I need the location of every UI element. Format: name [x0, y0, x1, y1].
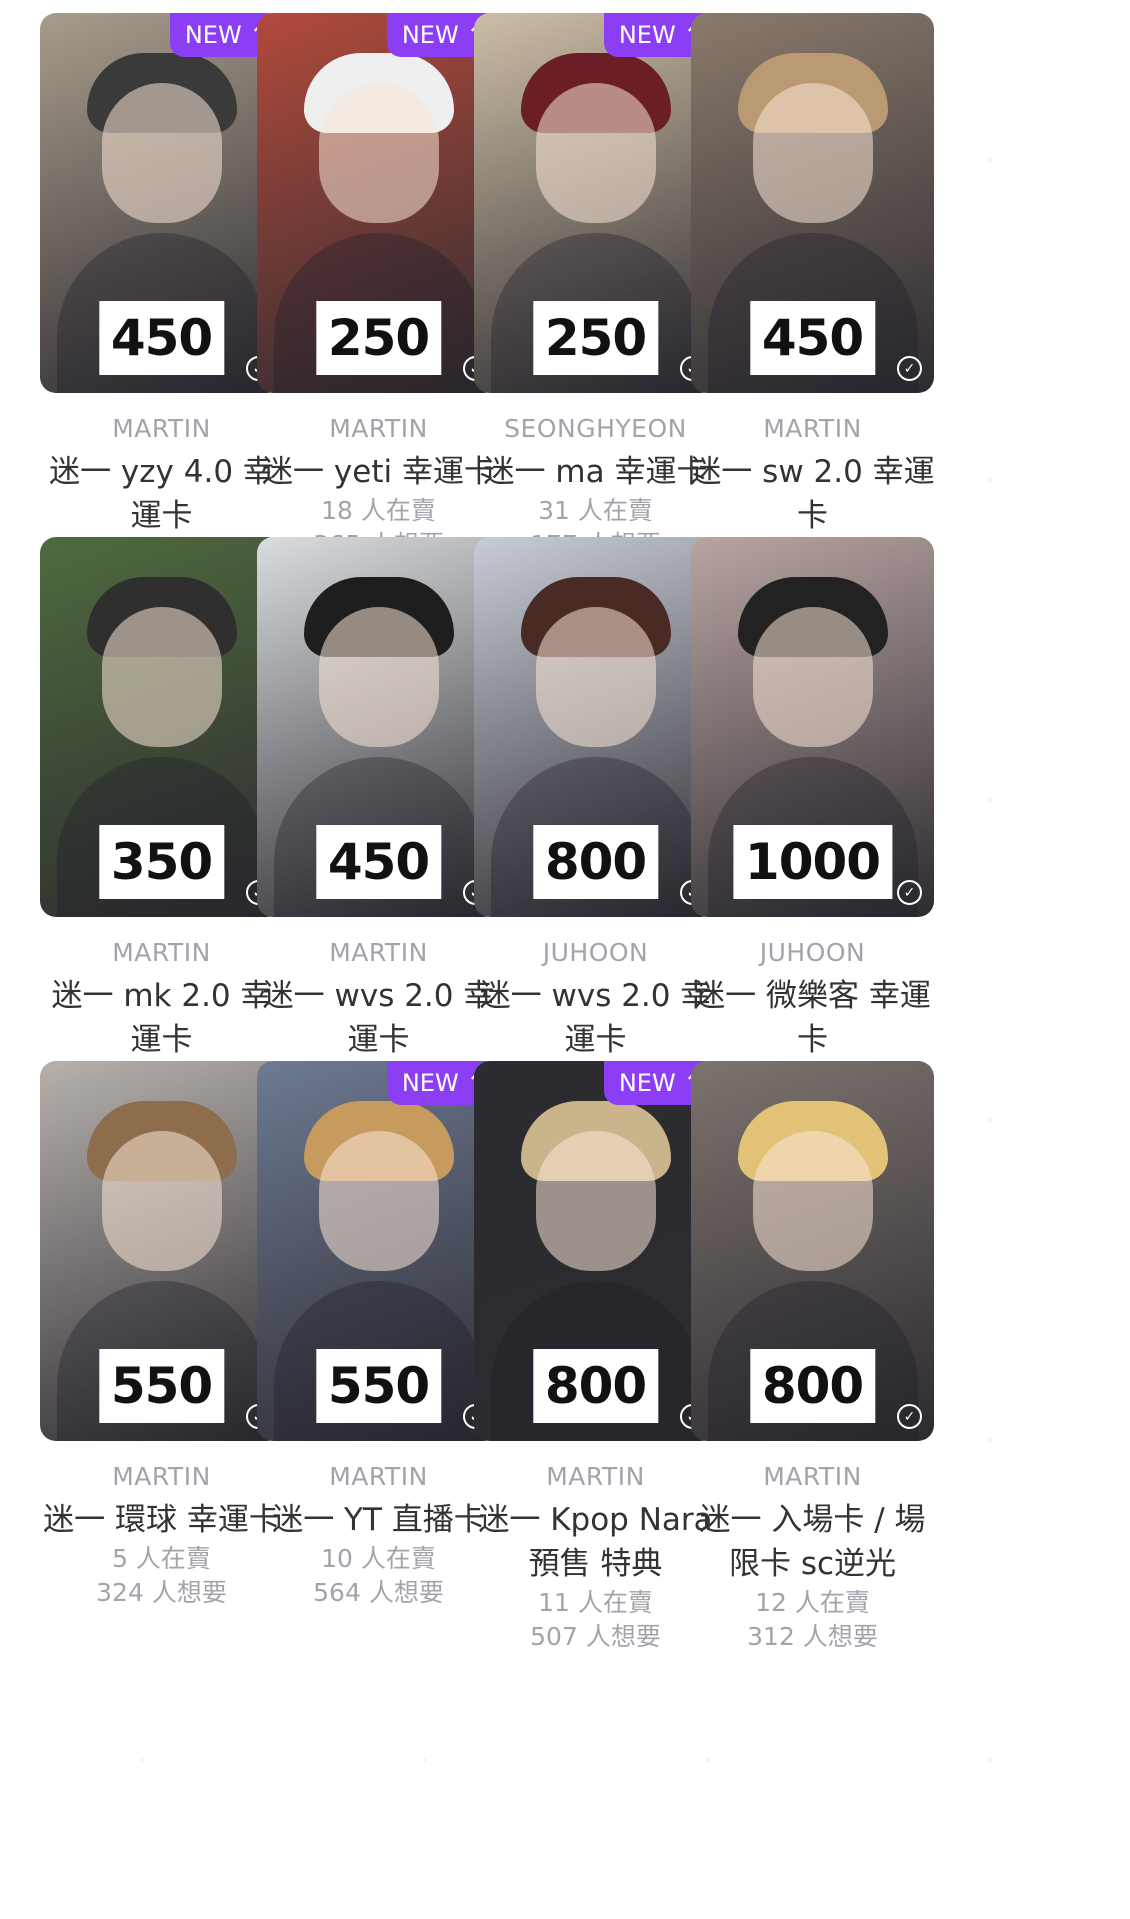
seller-count: 12 人在賣	[755, 1588, 870, 1617]
price-label: 250	[532, 301, 659, 375]
price-label: 350	[98, 825, 225, 899]
seller-count: 11 人在賣	[538, 1588, 653, 1617]
card-photo[interactable]: 1000 ✓	[691, 537, 934, 917]
new-badge-label: NEW	[184, 21, 242, 49]
seller-count: 10 人在賣	[321, 1544, 436, 1573]
photo-subject-face	[752, 607, 873, 747]
photo-subject-face	[535, 607, 656, 747]
price-label: 800	[749, 1349, 876, 1423]
product-card[interactable]: 450 ✓ MARTIN 迷一 sw 2.0 幸運卡 7 人在賣 293 人想要	[680, 13, 945, 606]
price-label: 1000	[732, 825, 893, 899]
product-card[interactable]: 1000 ✓ JUHOON 迷一 微樂客 幸運卡 7 人在賣 441 人想要	[680, 537, 945, 1130]
card-group-name: MARTIN	[112, 938, 211, 967]
card-group-name: MARTIN	[329, 938, 428, 967]
card-title[interactable]: 迷一 sw 2.0 幸運卡	[688, 450, 938, 538]
product-card[interactable]: 800 ✓ MARTIN 迷一 入場卡 / 場限卡 sc逆光 12 人在賣 31…	[680, 1061, 945, 1654]
card-group-name: MARTIN	[112, 414, 211, 443]
card-group-name: MARTIN	[763, 414, 862, 443]
card-group-name: MARTIN	[329, 414, 428, 443]
photo-subject-face	[535, 83, 656, 223]
photo-subject-face	[101, 1131, 222, 1271]
photo-subject-face	[318, 83, 439, 223]
want-count: 324 人想要	[96, 1578, 227, 1607]
photo-subject-face	[101, 83, 222, 223]
new-badge-label: NEW	[618, 1069, 676, 1097]
new-badge-label: NEW	[618, 21, 676, 49]
new-badge-label: NEW	[401, 21, 459, 49]
photo-subject-face	[535, 1131, 656, 1271]
price-label: 450	[315, 825, 442, 899]
card-title[interactable]: 迷一 微樂客 幸運卡	[688, 974, 938, 1062]
card-group-name: JUHOON	[759, 938, 866, 967]
card-group-name: MARTIN	[112, 1462, 211, 1491]
card-group-name: JUHOON	[542, 938, 649, 967]
card-photo[interactable]: 450 ✓	[691, 13, 934, 393]
seller-count: 18 人在賣	[321, 496, 436, 525]
price-label: 450	[749, 301, 876, 375]
card-grid: NEW↑ 450 ✓ MARTIN 迷一 yzy 4.0 幸運卡 13 人在賣 …	[0, 0, 1130, 1919]
seller-count: 31 人在賣	[538, 496, 653, 525]
card-photo[interactable]: 800 ✓	[691, 1061, 934, 1441]
card-group-name: MARTIN	[546, 1462, 645, 1491]
price-label: 550	[98, 1349, 225, 1423]
want-count: 312 人想要	[747, 1622, 878, 1651]
card-title[interactable]: 迷一 入場卡 / 場限卡 sc逆光	[688, 1498, 938, 1586]
photo-subject-face	[752, 83, 873, 223]
want-count: 564 人想要	[313, 1578, 444, 1607]
card-group-name: MARTIN	[329, 1462, 428, 1491]
price-label: 550	[315, 1349, 442, 1423]
photo-subject-face	[318, 1131, 439, 1271]
seller-count: 5 人在賣	[112, 1544, 211, 1573]
photo-subject-face	[101, 607, 222, 747]
price-label: 250	[315, 301, 442, 375]
check-circle-icon[interactable]: ✓	[897, 880, 922, 905]
want-count: 507 人想要	[530, 1622, 661, 1651]
photo-subject-face	[318, 607, 439, 747]
card-group-name: SEONGHYEON	[504, 414, 687, 443]
new-badge-label: NEW	[401, 1069, 459, 1097]
check-circle-icon[interactable]: ✓	[897, 1404, 922, 1429]
card-group-name: MARTIN	[763, 1462, 862, 1491]
price-label: 450	[98, 301, 225, 375]
price-label: 800	[532, 1349, 659, 1423]
check-circle-icon[interactable]: ✓	[897, 356, 922, 381]
photo-subject-face	[752, 1131, 873, 1271]
price-label: 800	[532, 825, 659, 899]
